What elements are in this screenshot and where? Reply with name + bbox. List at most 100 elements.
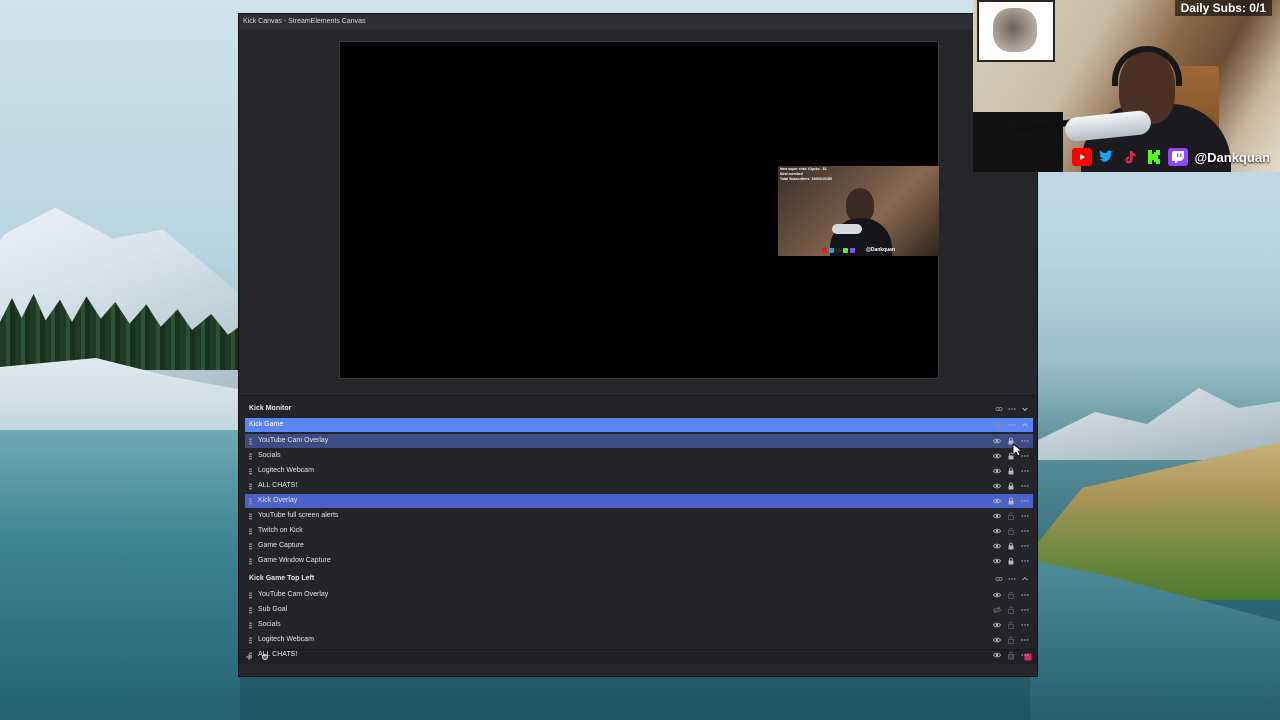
drag-handle-icon[interactable] xyxy=(249,438,252,445)
eye-icon[interactable] xyxy=(993,636,1001,644)
more-options-icon[interactable] xyxy=(1021,527,1029,535)
more-options-icon[interactable] xyxy=(1008,405,1016,413)
layer-controls xyxy=(993,479,1029,493)
more-options-icon[interactable] xyxy=(1021,452,1029,460)
window-title[interactable]: Kick Canvas - StreamElements Canvas xyxy=(239,14,1037,31)
canvas-webcam-source[interactable]: New super chat: Glycko - $1 Next member!… xyxy=(778,166,939,256)
layer-group-header[interactable]: Kick Monitor xyxy=(245,402,1033,416)
drag-handle-icon[interactable] xyxy=(249,543,252,550)
unlock-icon[interactable] xyxy=(1007,606,1015,614)
layer-row[interactable]: Twitch on Kick xyxy=(245,524,1033,538)
unlock-icon[interactable] xyxy=(1007,527,1015,535)
eye-icon[interactable] xyxy=(993,591,1001,599)
drag-handle-icon[interactable] xyxy=(249,498,252,505)
eye-off-icon[interactable] xyxy=(993,606,1001,614)
headphones xyxy=(1112,46,1182,86)
drag-handle-icon[interactable] xyxy=(249,558,252,565)
unlock-icon[interactable] xyxy=(1007,591,1015,599)
unlock-icon[interactable] xyxy=(1007,636,1015,644)
youtube-icon xyxy=(822,248,827,253)
more-options-icon[interactable] xyxy=(1021,497,1029,505)
eye-icon[interactable] xyxy=(993,452,1001,460)
drag-handle-icon[interactable] xyxy=(249,652,252,659)
chevron-down-icon[interactable] xyxy=(1021,405,1029,413)
link-icon[interactable] xyxy=(995,405,1003,413)
drag-handle-icon[interactable] xyxy=(249,453,252,460)
layer-group-name: Kick Game Top Left xyxy=(249,575,315,582)
more-options-icon[interactable] xyxy=(1021,482,1029,490)
lock-icon[interactable] xyxy=(1007,557,1015,565)
eye-icon[interactable] xyxy=(993,542,1001,550)
eye-icon[interactable] xyxy=(993,651,1001,659)
layer-row[interactable]: Socials xyxy=(245,618,1033,632)
mini-cam-alert-line: New super chat: Glycko - $1 xyxy=(780,167,827,171)
layer-row[interactable]: Game Window Capture xyxy=(245,554,1033,568)
mini-cam-alert-line: Total Subscribers: 19000/19185 xyxy=(780,177,832,181)
drag-handle-icon[interactable] xyxy=(249,592,252,599)
eye-icon[interactable] xyxy=(993,467,1001,475)
drag-handle-icon[interactable] xyxy=(249,607,252,614)
layer-row[interactable]: Kick Overlay xyxy=(245,494,1033,508)
more-options-icon[interactable] xyxy=(1021,636,1029,644)
layer-row[interactable]: ALL CHATS! xyxy=(245,479,1033,493)
chair xyxy=(973,112,1063,172)
more-options-icon[interactable] xyxy=(1021,542,1029,550)
layer-row[interactable]: Game Capture xyxy=(245,539,1033,553)
layer-row[interactable]: ALL CHATS! xyxy=(245,648,1033,662)
layer-controls xyxy=(993,539,1029,553)
layer-name: YouTube Cam Overlay xyxy=(258,437,329,444)
eye-icon[interactable] xyxy=(993,527,1001,535)
layer-group-controls xyxy=(995,418,1029,432)
lock-icon[interactable] xyxy=(1007,482,1015,490)
drag-handle-icon[interactable] xyxy=(249,622,252,629)
more-options-icon[interactable] xyxy=(1021,621,1029,629)
eye-icon[interactable] xyxy=(993,557,1001,565)
eye-icon[interactable] xyxy=(993,497,1001,505)
unlock-icon[interactable] xyxy=(1007,621,1015,629)
more-options-icon[interactable] xyxy=(1021,512,1029,520)
chevron-up-icon[interactable] xyxy=(1021,575,1029,583)
more-options-icon[interactable] xyxy=(1021,606,1029,614)
layer-row[interactable]: YouTube Cam Overlay xyxy=(245,588,1033,602)
twitch-icon xyxy=(1168,148,1189,166)
lock-icon[interactable] xyxy=(1007,467,1015,475)
drag-handle-icon[interactable] xyxy=(249,528,252,535)
eye-icon[interactable] xyxy=(993,437,1001,445)
layer-controls xyxy=(993,648,1029,662)
tiktok-icon xyxy=(1120,148,1140,166)
layer-row[interactable]: YouTube Cam Overlay xyxy=(245,434,1033,448)
unlock-icon[interactable] xyxy=(1007,651,1015,659)
more-options-icon[interactable] xyxy=(1008,575,1016,583)
layer-row[interactable]: Sub Goal xyxy=(245,603,1033,617)
layer-group-header[interactable]: Kick Game xyxy=(245,418,1033,432)
layer-row[interactable]: Socials xyxy=(245,449,1033,463)
link-icon[interactable] xyxy=(995,575,1003,583)
twitter-icon xyxy=(829,248,834,253)
layer-row[interactable]: Logitech Webcam xyxy=(245,464,1033,478)
eye-icon[interactable] xyxy=(993,482,1001,490)
scene-canvas[interactable]: New super chat: Glycko - $1 Next member!… xyxy=(339,41,939,379)
more-options-icon[interactable] xyxy=(1008,421,1016,429)
link-icon[interactable] xyxy=(995,421,1003,429)
eye-icon[interactable] xyxy=(993,512,1001,520)
twitter-icon xyxy=(1096,148,1116,166)
more-options-icon[interactable] xyxy=(1021,651,1029,659)
drag-handle-icon[interactable] xyxy=(249,513,252,520)
lock-icon[interactable] xyxy=(1007,497,1015,505)
lock-icon[interactable] xyxy=(1007,542,1015,550)
layer-row[interactable]: YouTube full screen alerts xyxy=(245,509,1033,523)
more-options-icon[interactable] xyxy=(1021,437,1029,445)
layer-row[interactable]: Logitech Webcam xyxy=(245,633,1033,647)
unlock-icon[interactable] xyxy=(1007,512,1015,520)
eye-icon[interactable] xyxy=(993,621,1001,629)
drag-handle-icon[interactable] xyxy=(249,483,252,490)
layer-controls xyxy=(993,524,1029,538)
more-options-icon[interactable] xyxy=(1021,467,1029,475)
drag-handle-icon[interactable] xyxy=(249,468,252,475)
layer-name: Game Window Capture xyxy=(258,557,331,564)
more-options-icon[interactable] xyxy=(1021,591,1029,599)
chevron-up-icon[interactable] xyxy=(1021,421,1029,429)
more-options-icon[interactable] xyxy=(1021,557,1029,565)
layer-group-header[interactable]: Kick Game Top Left xyxy=(245,572,1033,586)
drag-handle-icon[interactable] xyxy=(249,637,252,644)
